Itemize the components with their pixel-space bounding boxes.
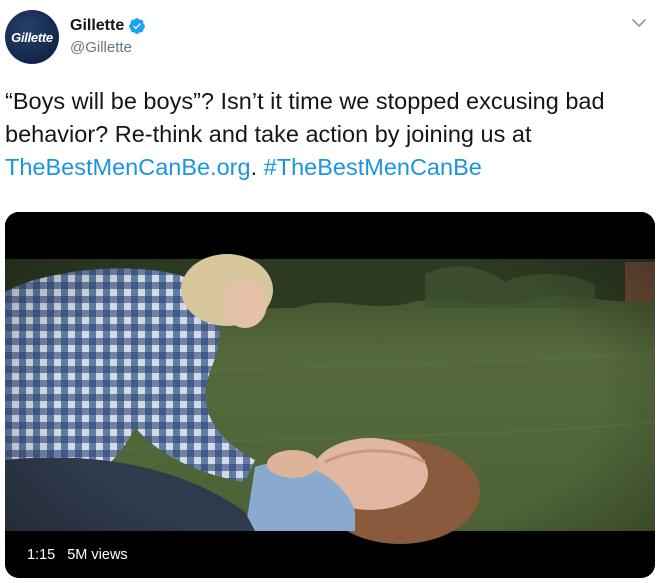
- avatar-logo: Gillette: [11, 29, 53, 45]
- video-frame: [5, 212, 655, 578]
- tweet-link[interactable]: TheBestMenCanBe.org: [5, 154, 251, 180]
- tweet-card: Gillette Gillette @Gillette “Boys will b…: [0, 0, 662, 583]
- chevron-down-icon[interactable]: [630, 14, 648, 32]
- tweet-text-separator: .: [250, 154, 264, 180]
- hashtag-link[interactable]: #TheBestMenCanBe: [264, 154, 482, 180]
- view-count: 5M views: [67, 547, 128, 563]
- tweet-text: “Boys will be boys”? Isn’t it time we st…: [5, 85, 650, 184]
- video-info-badge: 1:15 5M views: [19, 542, 136, 568]
- handle[interactable]: @Gillette: [70, 39, 146, 56]
- avatar[interactable]: Gillette: [5, 10, 59, 64]
- video-player[interactable]: 1:15 5M views: [5, 212, 655, 578]
- video-duration: 1:15: [27, 547, 56, 563]
- tweet-text-body: “Boys will be boys”? Isn’t it time we st…: [5, 88, 605, 147]
- display-name-row: Gillette: [70, 15, 146, 37]
- author-block: Gillette @Gillette: [70, 15, 146, 56]
- display-name[interactable]: Gillette: [70, 17, 124, 35]
- verified-badge-icon: [128, 17, 146, 35]
